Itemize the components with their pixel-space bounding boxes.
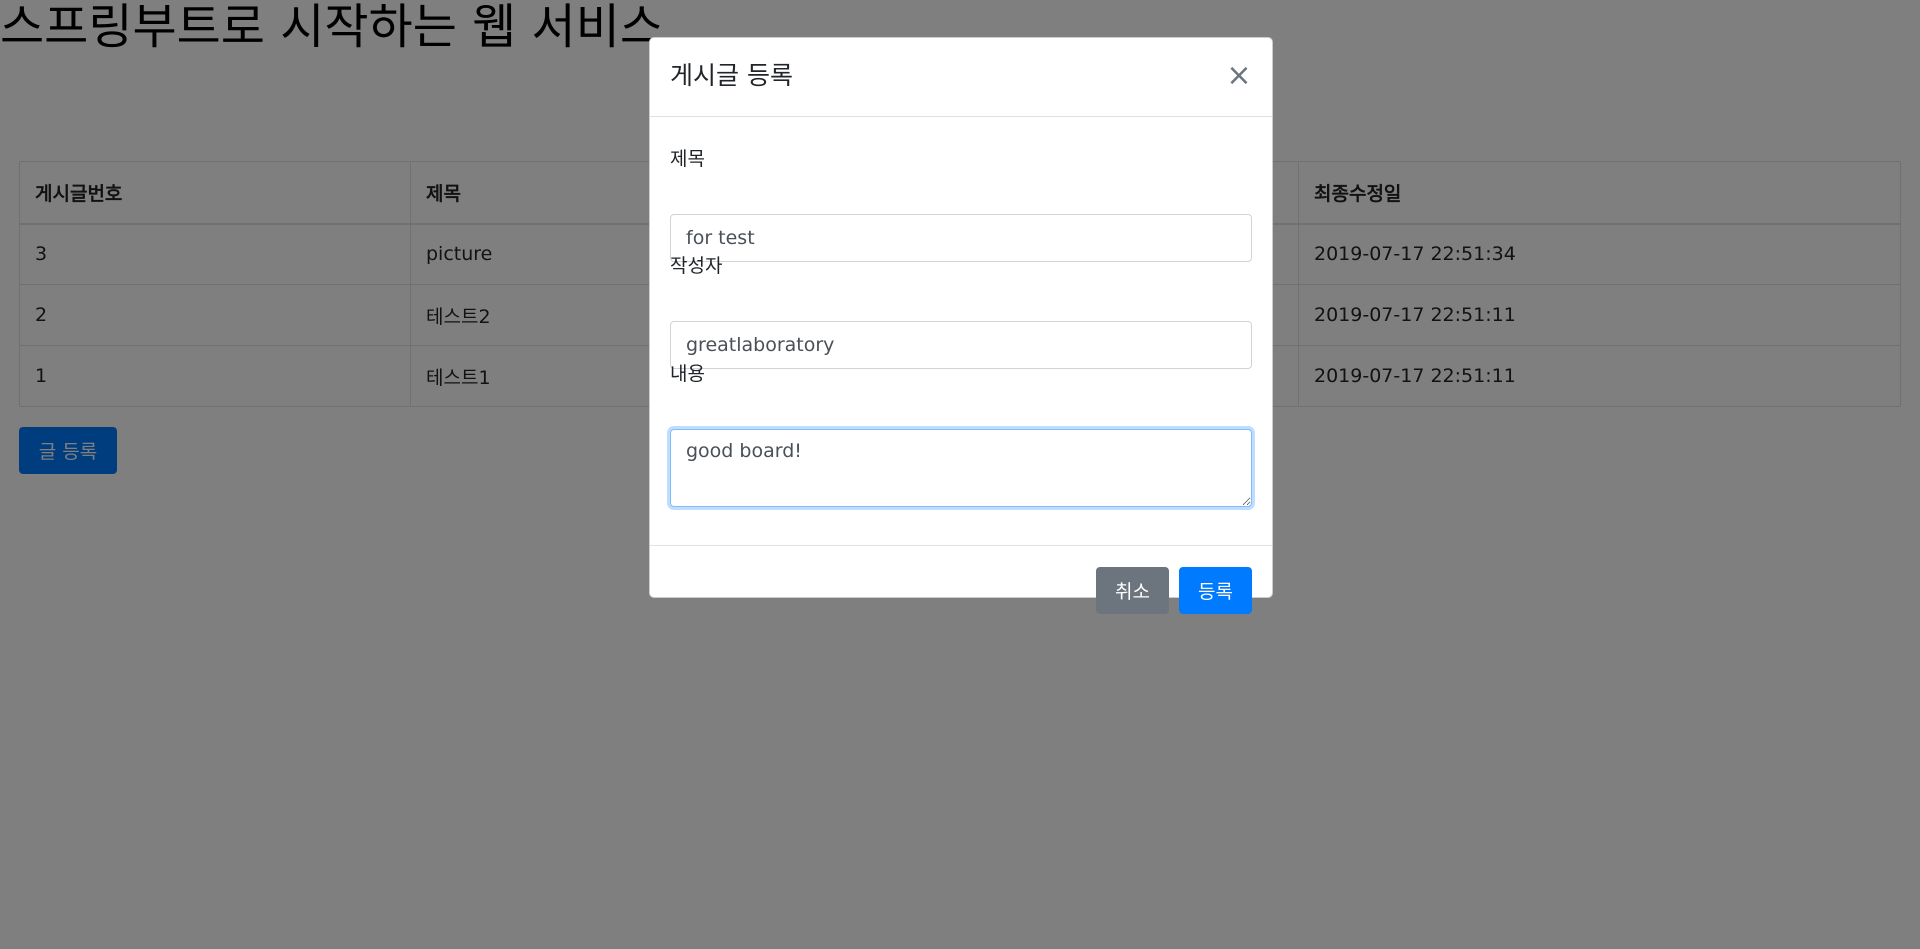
title-input[interactable]: [670, 214, 1252, 262]
register-button[interactable]: 등록: [1179, 567, 1252, 614]
modal-body: 제목 작성자 내용 good board!: [670, 117, 1252, 545]
modal-footer: 취소 등록: [650, 545, 1272, 614]
modal-title: 게시글 등록: [670, 61, 793, 90]
cancel-button[interactable]: 취소: [1096, 567, 1169, 614]
content-label: 내용: [670, 363, 705, 385]
modal-header: 게시글 등록 ×: [650, 38, 1272, 117]
author-input[interactable]: [670, 321, 1252, 369]
author-label: 작성자: [670, 255, 723, 277]
content-textarea[interactable]: good board!: [670, 429, 1252, 507]
close-icon[interactable]: ×: [1224, 58, 1254, 94]
title-label: 제목: [670, 148, 705, 170]
post-register-modal: 게시글 등록 × 제목 작성자 내용 good board! 취소 등록: [649, 37, 1273, 614]
